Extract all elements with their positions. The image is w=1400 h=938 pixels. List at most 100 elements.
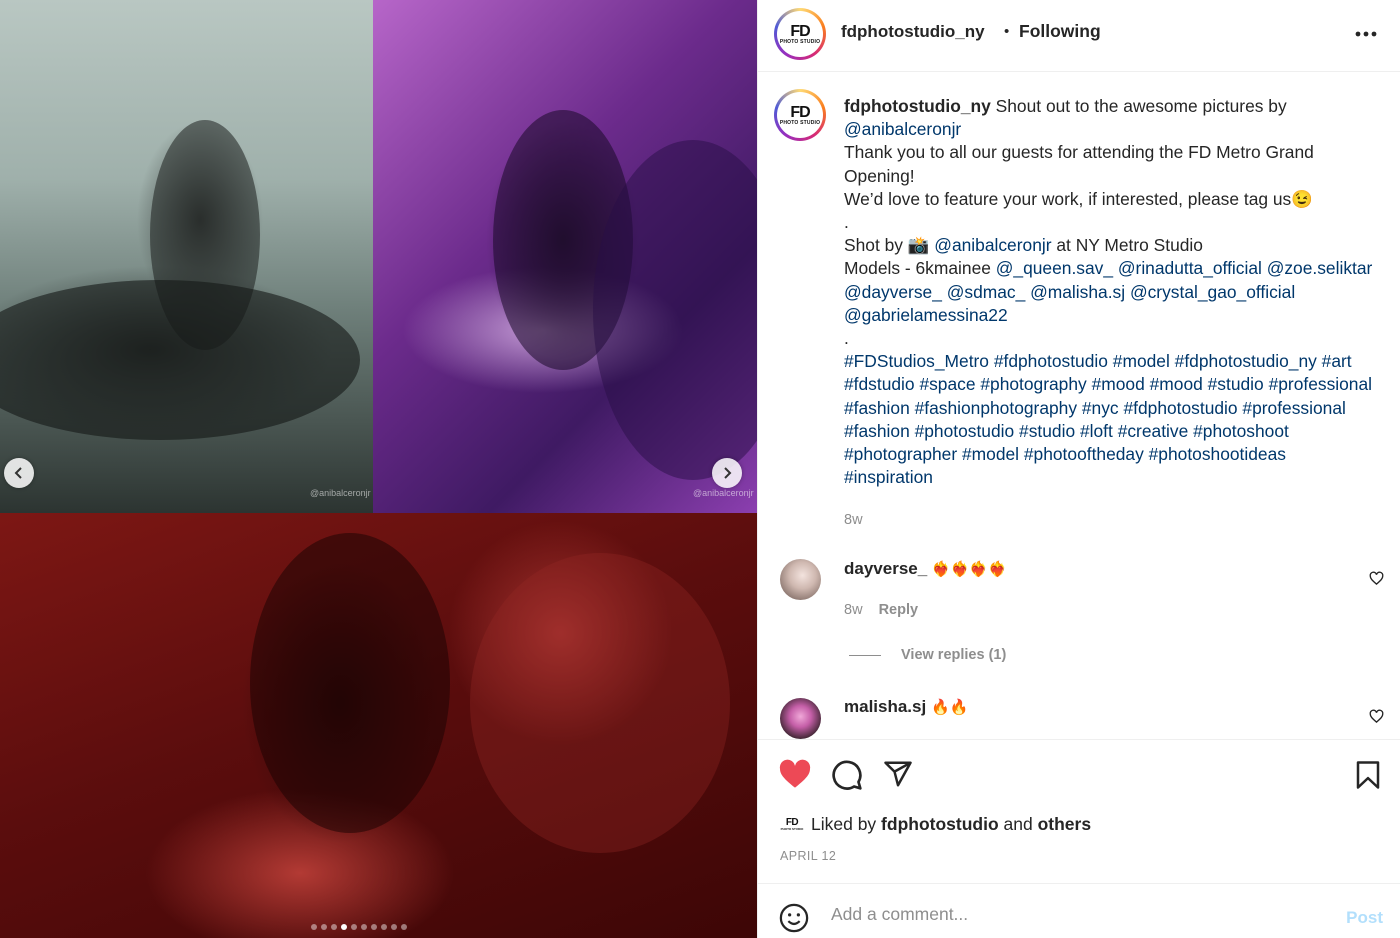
photo-green-tone: @anibalceronjr <box>0 0 373 513</box>
hashtag-link[interactable]: #photoshootideas <box>1149 444 1286 464</box>
hashtag-link[interactable]: #mood <box>1092 374 1145 394</box>
caption-hashtags: #FDStudios_Metro #fdphotostudio #model #… <box>844 350 1379 489</box>
bookmark-icon[interactable] <box>1355 760 1381 790</box>
comment-text: ❤️‍🔥❤️‍🔥❤️‍🔥❤️‍🔥 <box>931 561 1007 578</box>
mention-link[interactable]: @anibalceronjr <box>844 119 961 139</box>
caption-dot: . <box>844 212 849 233</box>
carousel-dot <box>371 924 377 930</box>
view-replies-label: View replies (1) <box>901 647 1007 663</box>
post-media-carousel[interactable]: @anibalceronjr @anibalceronjr <box>0 0 757 938</box>
hashtag-link[interactable]: #FDStudios_Metro <box>844 351 989 371</box>
chevron-left-icon <box>14 467 22 479</box>
mention-link[interactable]: @malisha.sj <box>1030 282 1125 302</box>
hashtag-link[interactable]: #loft <box>1080 421 1113 441</box>
carousel-dot <box>341 924 347 930</box>
replies-divider <box>849 654 881 656</box>
caption-username[interactable]: fdphotostudio_ny <box>844 96 991 116</box>
more-options-icon[interactable] <box>1355 30 1377 38</box>
liked-by-text: Liked by fdphotostudio and others <box>811 814 1091 835</box>
carousel-next-button[interactable] <box>712 458 742 488</box>
caption-avatar[interactable]: FD PHOTO STUDIO <box>774 89 826 141</box>
comment-input[interactable] <box>831 904 1311 925</box>
hashtag-link[interactable]: #photooftheday <box>1024 444 1144 464</box>
liked-by-others[interactable]: others <box>1038 814 1091 834</box>
hashtag-link[interactable]: #model <box>962 444 1019 464</box>
comments-scroll-area[interactable]: FD PHOTO STUDIO fdphotostudio_ny Shout o… <box>758 73 1400 739</box>
post-header: FD PHOTO STUDIO fdphotostudio_ny • Follo… <box>758 0 1400 72</box>
hashtag-link[interactable]: #professional <box>1269 374 1372 394</box>
caption-text: Shot by 📸 <box>844 235 935 256</box>
hashtag-link[interactable]: #fdphotostudio_ny <box>1175 351 1317 371</box>
photo-car-hood <box>0 280 360 440</box>
carousel-dot <box>391 924 397 930</box>
smiley-icon[interactable] <box>779 903 809 933</box>
carousel-prev-button[interactable] <box>4 458 34 488</box>
hashtag-link[interactable]: #studio <box>1019 421 1075 441</box>
comment-like-icon[interactable] <box>1369 709 1384 724</box>
caption-timestamp[interactable]: 8w <box>844 509 1379 532</box>
mention-link[interactable]: @zoe.seliktar <box>1267 258 1373 278</box>
logo-text: FD <box>790 103 810 121</box>
carousel-dot <box>381 924 387 930</box>
avatar[interactable]: FD PHOTO STUDIO <box>774 8 826 60</box>
hashtag-link[interactable]: #fashionphotography <box>915 398 1077 418</box>
chevron-right-icon <box>724 467 732 479</box>
caption-text: Shout out to the awesome pictures by <box>990 96 1287 116</box>
hashtag-link[interactable]: #fashion <box>844 398 910 418</box>
avatar[interactable] <box>780 559 821 600</box>
post-comment-button[interactable]: Post <box>1346 908 1383 928</box>
logo-subtext: PHOTO STUDIO <box>779 119 821 126</box>
mention-link[interactable]: @rinadutta_official <box>1118 258 1262 278</box>
caption-line-3: We’d love to feature your work, if inter… <box>844 188 1313 209</box>
comment-meta: 8w Reply <box>844 602 918 618</box>
hashtag-link[interactable]: #photographer <box>844 444 957 464</box>
hashtag-link[interactable]: #space <box>919 374 975 394</box>
mention-link[interactable]: @sdmac_ <box>947 282 1026 302</box>
hashtag-link[interactable]: #inspiration <box>844 467 933 487</box>
carousel-indicator <box>311 924 407 930</box>
liked-by-and: and <box>998 813 1038 834</box>
logo-fd-photo-studio: FD PHOTO STUDIO <box>777 11 823 57</box>
comment-username[interactable]: dayverse_ <box>844 559 927 578</box>
hashtag-link[interactable]: #fdstudio <box>844 374 915 394</box>
mention-link[interactable]: @anibalceronjr <box>934 235 1051 255</box>
logo-text: FD <box>785 816 799 828</box>
comment-text: 🔥🔥 <box>930 699 969 716</box>
hashtag-link[interactable]: #professional <box>1242 398 1345 418</box>
comment-username[interactable]: malisha.sj <box>844 697 926 716</box>
hashtag-link[interactable]: #model <box>1113 351 1170 371</box>
hashtag-link[interactable]: #creative <box>1118 421 1189 441</box>
hashtag-link[interactable]: #nyc <box>1082 398 1119 418</box>
hashtag-link[interactable]: #photoshoot <box>1193 421 1289 441</box>
header-separator: • <box>1004 23 1010 40</box>
comment-icon[interactable] <box>831 759 863 791</box>
hashtag-link[interactable]: #fashion <box>844 421 910 441</box>
hashtag-link[interactable]: #photostudio <box>915 421 1015 441</box>
comment-like-icon[interactable] <box>1369 571 1384 586</box>
comment-timestamp[interactable]: 8w <box>844 602 863 618</box>
header-username[interactable]: fdphotostudio_ny <box>841 22 985 42</box>
post-date[interactable]: APRIL 12 <box>780 849 836 863</box>
mention-link[interactable]: @dayverse_ <box>844 282 942 302</box>
liked-by-avatar[interactable]: FD PHOTO STUDIO <box>780 812 804 836</box>
hashtag-link[interactable]: #photography <box>980 374 1086 394</box>
reply-button[interactable]: Reply <box>879 602 919 618</box>
mention-link[interactable]: @_queen.sav_ <box>996 258 1113 278</box>
avatar[interactable] <box>780 698 821 739</box>
heart-filled-icon[interactable] <box>778 759 812 789</box>
hashtag-link[interactable]: #fdphotostudio <box>1123 398 1237 418</box>
hashtag-link[interactable]: #studio <box>1208 374 1264 394</box>
carousel-dot <box>321 924 327 930</box>
share-icon[interactable] <box>882 759 914 789</box>
mention-link[interactable]: @gabrielamessina22 <box>844 305 1008 325</box>
hashtag-link[interactable]: #mood <box>1150 374 1203 394</box>
following-button[interactable]: Following <box>1019 21 1101 42</box>
hashtag-link[interactable]: #fdphotostudio <box>994 351 1108 371</box>
view-replies-button[interactable]: View replies (1) <box>849 647 1006 663</box>
hashtag-link[interactable]: #art <box>1322 351 1352 371</box>
post-caption: fdphotostudio_ny Shout out to the awesom… <box>844 95 1379 533</box>
carousel-dot <box>401 924 407 930</box>
photo-watermark: @anibalceronjr <box>310 488 371 498</box>
mention-link[interactable]: @crystal_gao_official <box>1130 282 1295 302</box>
liked-by-username[interactable]: fdphotostudio <box>881 814 999 834</box>
